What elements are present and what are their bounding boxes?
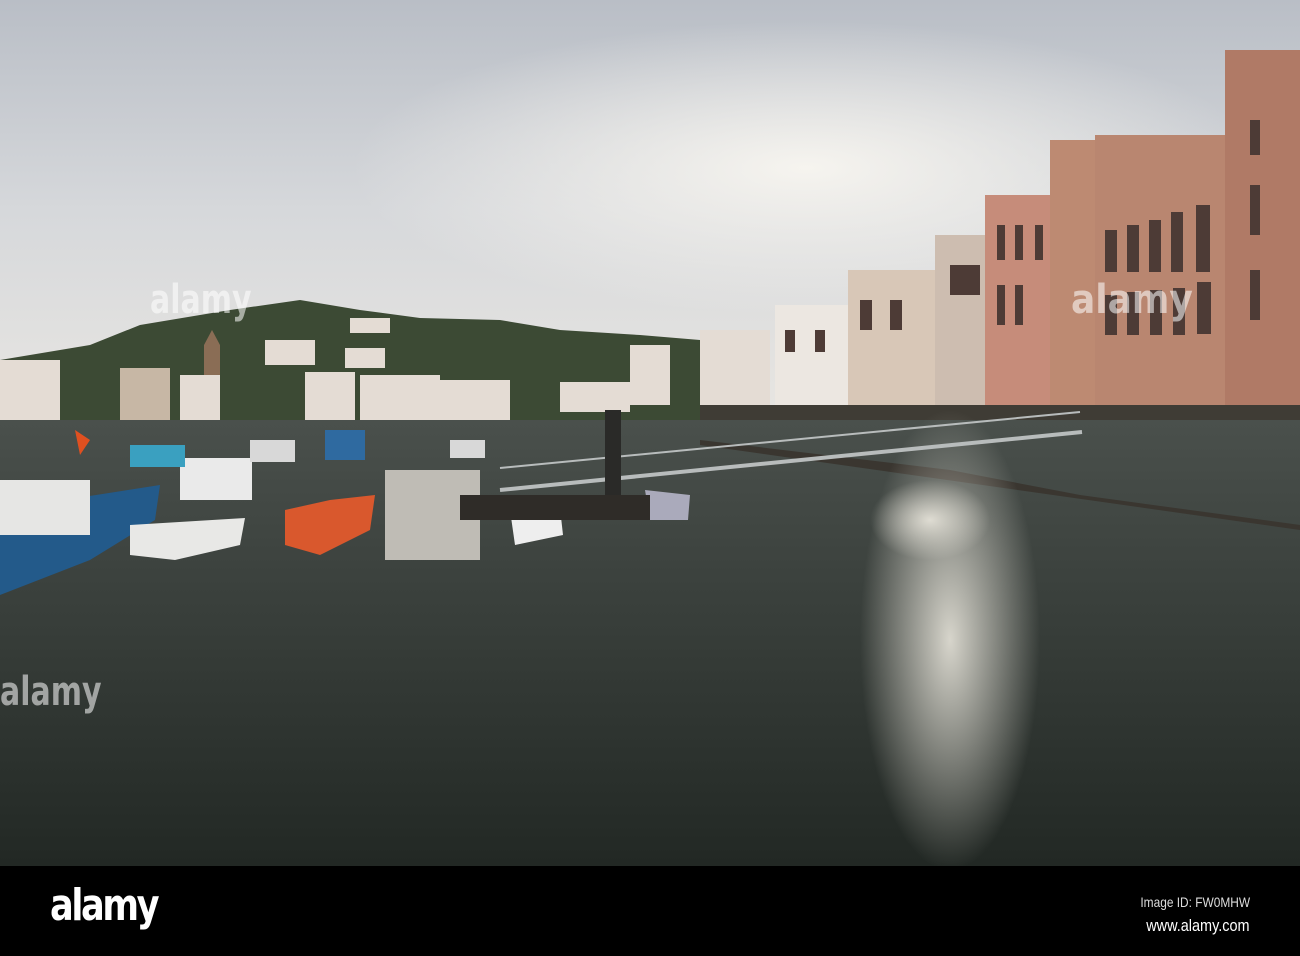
- alamy-logo: alamy: [50, 880, 160, 931]
- website-link[interactable]: www.alamy.com: [1147, 916, 1250, 936]
- svg-text:alamy: alamy: [0, 669, 102, 715]
- footer-bar: alamy Image ID: FW0MHW www.alamy.com: [0, 866, 1300, 956]
- image-id: Image ID: FW0MHW: [1140, 894, 1250, 910]
- sun-reflection: [860, 410, 1040, 866]
- svg-text:alamy: alamy: [150, 277, 252, 323]
- svg-text:alamy: alamy: [1071, 276, 1193, 322]
- harbour-photo: alamy alamy alamy: [0, 0, 1300, 866]
- stock-photo-page: alamy alamy alamy alamy Image ID: FW0MHW…: [0, 0, 1300, 956]
